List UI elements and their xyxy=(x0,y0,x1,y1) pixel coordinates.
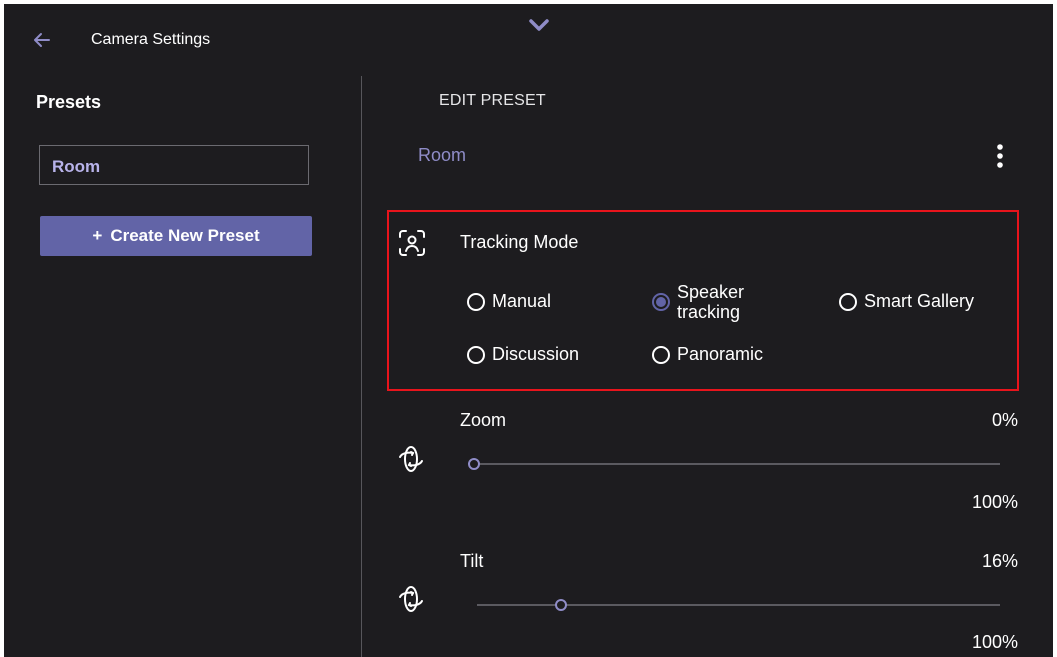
tracking-mode-label: Tracking Mode xyxy=(460,232,579,252)
person-scan-icon xyxy=(395,226,429,260)
radio-circle xyxy=(467,292,485,311)
collapse-button[interactable] xyxy=(526,16,552,36)
rotate-3d-icon xyxy=(394,442,428,476)
radio-label-speaker-tracking: Speaker tracking xyxy=(677,282,744,322)
radio-manual[interactable]: Manual xyxy=(467,291,551,312)
arrow-left-icon xyxy=(34,33,50,47)
camera-settings-window: Camera Settings Presets Room + Create Ne… xyxy=(4,4,1053,657)
zoom-slider-thumb[interactable] xyxy=(468,458,480,470)
panel-divider xyxy=(361,76,362,657)
zoom-value: 0% xyxy=(991,410,1018,430)
radio-label-discussion: Discussion xyxy=(492,344,580,364)
tilt-slider-thumb[interactable] xyxy=(554,599,567,611)
rotate-3d-icon xyxy=(394,582,428,616)
radio-circle xyxy=(839,292,857,311)
preset-item-label: Room xyxy=(52,157,101,176)
radio-label-line2: tracking xyxy=(677,302,741,322)
radio-discussion[interactable]: Discussion xyxy=(467,344,579,365)
create-new-preset-button[interactable]: + Create New Preset xyxy=(40,216,312,256)
radio-label-manual: Manual xyxy=(492,291,552,311)
more-vertical-icon xyxy=(997,144,1003,168)
radio-panoramic[interactable]: Panoramic xyxy=(652,344,763,365)
back-button[interactable] xyxy=(30,28,54,52)
zoom-max: 100% xyxy=(971,492,1018,512)
zoom-label: Zoom xyxy=(460,410,507,430)
radio-speaker-tracking[interactable]: Speaker tracking xyxy=(652,282,744,322)
presets-heading: Presets xyxy=(36,92,102,112)
chevron-down-icon xyxy=(529,19,549,31)
tilt-max: 100% xyxy=(971,632,1018,652)
plus-icon: + xyxy=(92,226,103,245)
edit-preset-heading: EDIT PRESET xyxy=(439,92,546,109)
more-options-button[interactable] xyxy=(988,138,1012,174)
radio-circle xyxy=(652,345,670,364)
radio-circle xyxy=(467,345,485,364)
tilt-slider[interactable] xyxy=(477,599,1000,611)
radio-circle-selected xyxy=(652,293,670,311)
zoom-slider[interactable] xyxy=(468,458,1000,470)
radio-smart-gallery[interactable]: Smart Gallery xyxy=(839,291,974,312)
preset-item-room[interactable]: Room xyxy=(39,145,309,185)
radio-label-smart-gallery: Smart Gallery xyxy=(864,291,975,311)
radio-label-panoramic: Panoramic xyxy=(677,344,764,364)
page-title: Camera Settings xyxy=(91,31,211,48)
tilt-value: 16% xyxy=(981,551,1018,571)
tilt-label: Tilt xyxy=(460,551,484,571)
create-new-preset-label: Create New Preset xyxy=(110,226,260,245)
radio-label-line1: Speaker xyxy=(677,282,745,302)
preset-name: Room xyxy=(418,145,467,165)
